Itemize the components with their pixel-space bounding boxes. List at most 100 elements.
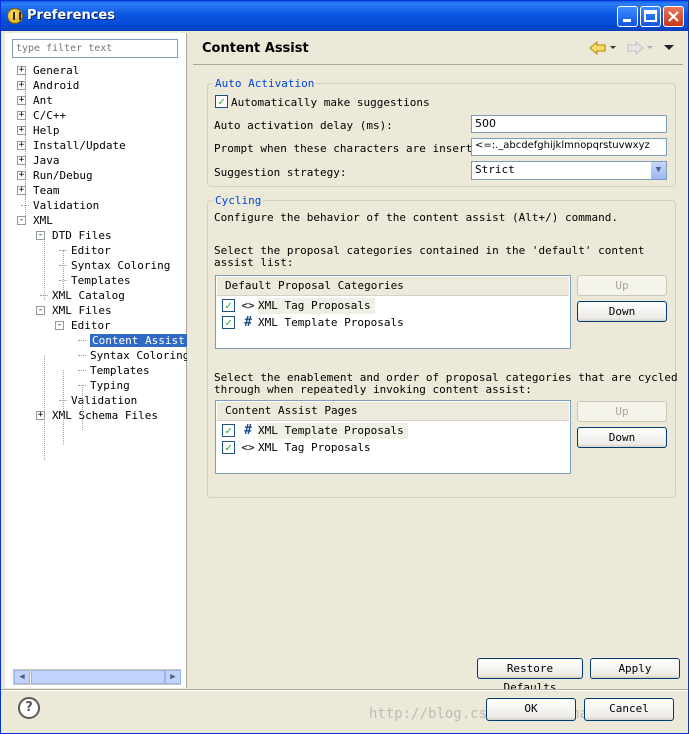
- scroll-thumb[interactable]: [31, 670, 165, 684]
- tree-item-dtd-editor[interactable]: Editor: [71, 243, 111, 258]
- table-row[interactable]: ✓ # XML Template Proposals: [222, 423, 562, 439]
- tree-item-xml-editor[interactable]: Editor: [71, 318, 111, 333]
- title-separator: [193, 64, 683, 65]
- collapse-icon[interactable]: -: [36, 306, 45, 315]
- row-checkbox[interactable]: ✓: [222, 316, 235, 329]
- row-label: XML Tag Proposals: [258, 441, 371, 454]
- tree-item-label: Install/Update: [33, 139, 126, 152]
- tree-item-validation[interactable]: Validation: [33, 198, 99, 213]
- tree-item-label: Editor: [71, 319, 111, 332]
- pages-up-button[interactable]: Up: [577, 401, 667, 422]
- tree-item-help[interactable]: Help: [33, 123, 60, 138]
- tree-item-label: XML Schema Files: [52, 409, 158, 422]
- tree-item-typing[interactable]: Typing: [90, 378, 130, 393]
- tree-item-install-update[interactable]: Install/Update: [33, 138, 126, 153]
- xml-tag-icon: <>: [241, 299, 255, 312]
- tree-item-xml-files[interactable]: XML Files: [52, 303, 112, 318]
- tree-item-label: Editor: [71, 244, 111, 257]
- content-assist-pages-header[interactable]: Content Assist Pages: [217, 402, 569, 421]
- view-menu-icon: [664, 45, 674, 50]
- pages-down-button[interactable]: Down: [577, 427, 667, 448]
- template-icon: #: [244, 423, 252, 438]
- tree-item-xml-schema-files[interactable]: XML Schema Files: [52, 408, 158, 423]
- eclipse-app-icon: [7, 8, 23, 24]
- row-checkbox[interactable]: ✓: [222, 299, 235, 312]
- tree-connector: [78, 370, 86, 371]
- tree-item-label: Run/Debug: [33, 169, 93, 182]
- tree-item-android[interactable]: Android: [33, 78, 79, 93]
- tree-item-label: Java: [33, 154, 60, 167]
- tree-connector: [78, 355, 86, 356]
- row-checkbox[interactable]: ✓: [222, 441, 235, 454]
- tree-item-cpp[interactable]: C/C++: [33, 108, 66, 123]
- tree-item-label: Validation: [33, 199, 100, 212]
- prompt-characters-input[interactable]: <=:._abcdefghijklmnopqrstuvwxyz: [471, 138, 667, 156]
- suggestion-strategy-select[interactable]: Strict ▼: [471, 161, 667, 180]
- panel-sash[interactable]: [187, 33, 190, 688]
- cancel-button[interactable]: Cancel: [584, 698, 674, 721]
- row-label: XML Template Proposals: [258, 316, 404, 329]
- auto-activation-group-title: Auto Activation: [213, 77, 317, 90]
- tree-item-label: Help: [33, 124, 60, 137]
- tree-item-xml-validation[interactable]: Validation: [71, 393, 137, 408]
- default-proposal-categories-table[interactable]: Default Proposal Categories ✓ <> XML Tag…: [215, 275, 571, 349]
- forward-menu-chevron-icon: [647, 46, 653, 49]
- back-arrow-icon: [589, 40, 606, 56]
- tree-item-xml[interactable]: XML: [33, 213, 53, 228]
- ok-button[interactable]: OK: [486, 698, 576, 721]
- minimize-button[interactable]: [617, 6, 638, 27]
- default-up-button[interactable]: Up: [577, 275, 667, 296]
- table-row[interactable]: ✓ # XML Template Proposals: [222, 315, 562, 331]
- tree-connector: [78, 340, 86, 341]
- tree-item-run-debug[interactable]: Run/Debug: [33, 168, 93, 183]
- maximize-button[interactable]: [640, 6, 661, 27]
- help-icon[interactable]: ?: [18, 697, 40, 719]
- tree-item-team[interactable]: Team: [33, 183, 60, 198]
- tree-item-dtd-templates[interactable]: Templates: [71, 273, 131, 288]
- tree-item-xml-syntax-coloring[interactable]: Syntax Coloring: [90, 348, 189, 363]
- delay-input[interactable]: 500: [471, 115, 667, 133]
- delay-label: Auto activation delay (ms):: [214, 119, 393, 132]
- default-down-button[interactable]: Down: [577, 301, 667, 322]
- tree-item-general[interactable]: General: [33, 63, 79, 78]
- tree-item-content-assist[interactable]: Content Assist: [90, 333, 187, 348]
- tree-guide-line: [44, 235, 45, 300]
- tree-item-ant[interactable]: Ant: [33, 93, 53, 108]
- chevron-down-icon[interactable]: ▼: [650, 162, 666, 179]
- apply-button[interactable]: Apply: [590, 658, 680, 679]
- tree-item-label: Syntax Coloring: [90, 349, 190, 362]
- content-assist-pages-table[interactable]: Content Assist Pages ✓ # XML Template Pr…: [215, 400, 571, 474]
- collapse-icon[interactable]: -: [55, 321, 64, 330]
- row-checkbox[interactable]: ✓: [222, 424, 235, 437]
- default-categories-header[interactable]: Default Proposal Categories: [217, 277, 569, 296]
- tree-item-java[interactable]: Java: [33, 153, 60, 168]
- close-icon: [668, 11, 679, 22]
- scroll-right-arrow-icon[interactable]: ▶: [165, 670, 181, 684]
- tree-guide-line: [63, 250, 64, 296]
- tree-item-label: Content Assist: [90, 334, 187, 347]
- tree-item-label: XML Files: [52, 304, 112, 317]
- template-icon: #: [244, 315, 252, 330]
- title-bar[interactable]: Preferences: [1, 1, 688, 31]
- tree-item-dtd-syntax-coloring[interactable]: Syntax Coloring: [71, 258, 170, 273]
- tree-item-dtd-files[interactable]: DTD Files: [52, 228, 112, 243]
- restore-defaults-button[interactable]: Restore Defaults: [477, 658, 583, 694]
- tree-horizontal-scrollbar[interactable]: ◀ ▶: [13, 669, 181, 685]
- filter-input[interactable]: [12, 39, 178, 58]
- auto-suggest-label: Automatically make suggestions: [231, 96, 430, 109]
- table-row[interactable]: ✓ <> XML Tag Proposals: [222, 440, 562, 456]
- close-button[interactable]: [663, 6, 684, 27]
- minimize-icon: [623, 19, 631, 22]
- history-navigation: [588, 39, 678, 57]
- cycling-group-title: Cycling: [213, 194, 264, 207]
- footer-divider: [1, 689, 688, 691]
- scroll-left-arrow-icon[interactable]: ◀: [14, 670, 30, 684]
- cycling-description: Configure the behavior of the content as…: [214, 211, 618, 224]
- tree-guide-line: [63, 370, 64, 445]
- auto-suggest-checkbox[interactable]: ✓: [215, 95, 228, 108]
- tree-item-xml-templates[interactable]: Templates: [90, 363, 150, 378]
- back-menu-chevron-icon: [610, 46, 616, 49]
- cycling-pages-instructions-line2: through when repeatedly invoking content…: [214, 383, 532, 396]
- table-row[interactable]: ✓ <> XML Tag Proposals: [222, 298, 562, 314]
- maximize-icon: [644, 10, 657, 22]
